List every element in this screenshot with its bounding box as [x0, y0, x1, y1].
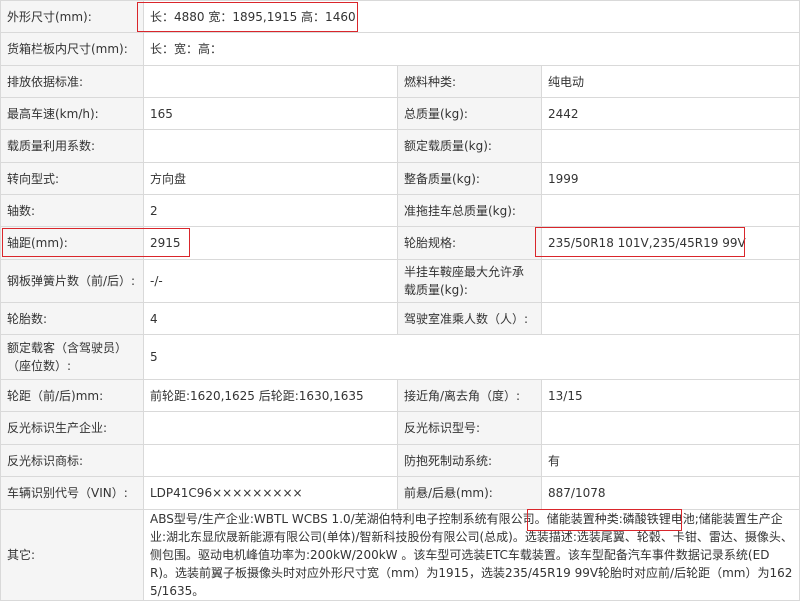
table-row: 转向型式: 方向盘 整备质量(kg): 1999	[0, 162, 800, 195]
reflector-maker-value	[143, 411, 398, 445]
angles-label: 接近角/离去角（度）:	[397, 379, 542, 412]
table-row: 轴距(mm): 2915 轮胎规格: 235/50R18 101V,235/45…	[0, 226, 800, 260]
abs-value: 有	[540, 444, 800, 477]
fuel-value: 纯电动	[540, 65, 800, 98]
reflector-brand-value	[143, 444, 398, 477]
axles-label: 轴数:	[0, 194, 144, 227]
load-util-value	[143, 129, 398, 163]
saddle-load-value	[540, 259, 800, 303]
reflector-model-value	[540, 411, 800, 445]
fuel-label: 燃料种类:	[397, 65, 542, 98]
seats-value: 5	[142, 334, 800, 380]
emission-value	[143, 65, 398, 98]
towing-mass-label: 准拖挂车总质量(kg):	[397, 194, 542, 227]
table-row: 排放依据标准: 燃料种类: 纯电动	[0, 65, 800, 98]
speed-value: 165	[143, 97, 398, 130]
overhang-label: 前悬/后悬(mm):	[397, 476, 542, 510]
rated-load-value	[540, 129, 800, 163]
gross-mass-label: 总质量(kg):	[397, 97, 542, 130]
emission-label: 排放依据标准:	[0, 65, 144, 98]
curb-mass-label: 整备质量(kg):	[397, 162, 542, 195]
vin-value: LDP41C96×××××××××	[143, 476, 398, 510]
table-row: 车辆识别代号（VIN）: LDP41C96××××××××× 前悬/后悬(mm)…	[0, 476, 800, 510]
track-value: 前轮距:1620,1625 后轮距:1630,1635	[143, 379, 398, 412]
spec-table: 外形尺寸(mm): 长：4880 宽：1895,1915 高：1460 货箱栏板…	[0, 0, 800, 601]
dims-label: 外形尺寸(mm):	[0, 0, 144, 33]
table-row: 载质量利用系数: 额定载质量(kg):	[0, 129, 800, 163]
table-row: 轴数: 2 准拖挂车总质量(kg):	[0, 194, 800, 227]
cab-seats-label: 驾驶室准乘人数（人）:	[397, 302, 542, 335]
reflector-brand-label: 反光标识商标:	[0, 444, 144, 477]
table-row: 反光标识生产企业: 反光标识型号:	[0, 411, 800, 445]
wheelbase-label: 轴距(mm):	[0, 226, 144, 260]
table-row: 反光标识商标: 防抱死制动系统: 有	[0, 444, 800, 477]
table-row: 货箱栏板内尺寸(mm): 长：宽：高：	[0, 32, 800, 66]
vehicle-spec-sheet: 外形尺寸(mm): 长：4880 宽：1895,1915 高：1460 货箱栏板…	[0, 0, 800, 601]
steering-label: 转向型式:	[0, 162, 144, 195]
track-label: 轮距（前/后)mm:	[0, 379, 144, 412]
overhang-value: 887/1078	[540, 476, 800, 510]
other-value: ABS型号/生产企业:WBTL WCBS 1.0/芜湖伯特利电子控制系统有限公司…	[142, 509, 800, 601]
cab-seats-value	[540, 302, 800, 335]
gross-mass-value: 2442	[540, 97, 800, 130]
tires-value: 4	[143, 302, 398, 335]
seats-label: 额定载客（含驾驶员）（座位数）:	[0, 334, 144, 380]
speed-label: 最高车速(km/h):	[0, 97, 144, 130]
table-row: 最高车速(km/h): 165 总质量(kg): 2442	[0, 97, 800, 130]
springs-value: -/-	[143, 259, 398, 303]
vin-label: 车辆识别代号（VIN）:	[0, 476, 144, 510]
table-row: 其它: ABS型号/生产企业:WBTL WCBS 1.0/芜湖伯特利电子控制系统…	[0, 509, 800, 601]
towing-mass-value	[540, 194, 800, 227]
table-row: 额定载客（含驾驶员）（座位数）: 5	[0, 334, 800, 380]
tires-label: 轮胎数:	[0, 302, 144, 335]
reflector-maker-label: 反光标识生产企业:	[0, 411, 144, 445]
abs-label: 防抱死制动系统:	[397, 444, 542, 477]
steering-value: 方向盘	[143, 162, 398, 195]
dims-value: 长：4880 宽：1895,1915 高：1460	[142, 0, 800, 33]
axles-value: 2	[143, 194, 398, 227]
wheelbase-value: 2915	[143, 226, 398, 260]
cargo-value: 长：宽：高：	[142, 32, 800, 66]
other-label: 其它:	[0, 509, 144, 601]
angles-value: 13/15	[540, 379, 800, 412]
table-row: 钢板弹簧片数（前/后）: -/- 半挂车鞍座最大允许承载质量(kg):	[0, 259, 800, 303]
rated-load-label: 额定载质量(kg):	[397, 129, 542, 163]
tire-spec-value: 235/50R18 101V,235/45R19 99V	[540, 226, 800, 260]
springs-label: 钢板弹簧片数（前/后）:	[0, 259, 144, 303]
reflector-model-label: 反光标识型号:	[397, 411, 542, 445]
table-row: 轮胎数: 4 驾驶室准乘人数（人）:	[0, 302, 800, 335]
load-util-label: 载质量利用系数:	[0, 129, 144, 163]
cargo-label: 货箱栏板内尺寸(mm):	[0, 32, 144, 66]
table-row: 轮距（前/后)mm: 前轮距:1620,1625 后轮距:1630,1635 接…	[0, 379, 800, 412]
curb-mass-value: 1999	[540, 162, 800, 195]
tire-spec-label: 轮胎规格:	[397, 226, 542, 260]
table-row: 外形尺寸(mm): 长：4880 宽：1895,1915 高：1460	[0, 0, 800, 33]
saddle-load-label: 半挂车鞍座最大允许承载质量(kg):	[397, 259, 542, 303]
